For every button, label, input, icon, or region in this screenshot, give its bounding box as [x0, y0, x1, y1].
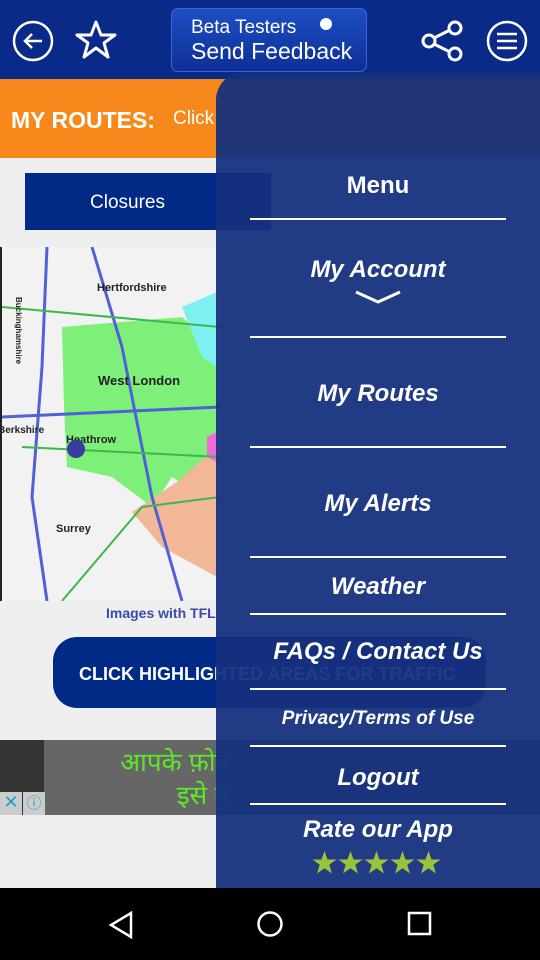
- divider: [250, 218, 506, 220]
- menu-item-faqs-contact[interactable]: FAQs / Contact Us: [250, 638, 506, 666]
- back-icon[interactable]: [12, 20, 54, 62]
- menu-item-logout[interactable]: Logout: [250, 764, 506, 792]
- airport-icon: [67, 440, 85, 458]
- menu-item-privacy-terms[interactable]: Privacy/Terms of Use: [250, 708, 506, 730]
- recents-nav-icon[interactable]: [407, 911, 433, 937]
- menu-item-my-alerts[interactable]: My Alerts: [250, 490, 506, 518]
- drawer-title: Menu: [346, 172, 410, 199]
- share-icon[interactable]: [420, 20, 464, 62]
- system-nav-bar: [0, 888, 540, 960]
- traffic-map[interactable]: Hertfordshire West London Heathrow Surre…: [0, 246, 221, 602]
- menu-icon[interactable]: [486, 20, 528, 62]
- map-credit: Images with TFL: [106, 605, 216, 621]
- star-icon[interactable]: [390, 850, 415, 875]
- divider: [250, 556, 506, 558]
- map-label-berkshire: Berkshire: [2, 425, 45, 436]
- divider: [250, 613, 506, 615]
- my-routes-title: MY ROUTES:: [11, 107, 155, 133]
- star-icon[interactable]: [312, 850, 337, 875]
- top-bar: Beta Testers Send Feedback: [0, 0, 540, 79]
- back-nav-icon[interactable]: [107, 910, 135, 940]
- map-label-buckinghamshire: Buckinghamshire: [14, 297, 23, 365]
- menu-item-my-account[interactable]: My Account: [250, 256, 506, 284]
- divider: [250, 688, 506, 690]
- star-icon[interactable]: [74, 18, 118, 62]
- divider: [250, 446, 506, 448]
- navigation-drawer: Menu My Account My Routes My Alerts Weat…: [216, 72, 540, 888]
- map-label-surrey: Surrey: [56, 523, 92, 535]
- rate-app-label[interactable]: Rate our App: [250, 816, 506, 844]
- map-label-west-london: West London: [98, 373, 180, 388]
- ad-info-icon[interactable]: ⓘ: [23, 792, 45, 815]
- home-nav-icon[interactable]: [256, 910, 284, 938]
- ad-line2: इसे मु: [176, 780, 230, 810]
- rating-stars[interactable]: [312, 850, 441, 875]
- menu-item-my-routes[interactable]: My Routes: [250, 380, 506, 408]
- ad-close-icon[interactable]: ✕: [0, 792, 22, 815]
- chevron-down-icon: [320, 18, 332, 30]
- map-label-hertfordshire: Hertfordshire: [97, 282, 167, 294]
- star-icon[interactable]: [416, 850, 441, 875]
- menu-item-weather[interactable]: Weather: [250, 573, 506, 601]
- ad-text: आपके फ़ोन इसे मु: [110, 746, 230, 812]
- chevron-down-icon[interactable]: [354, 290, 402, 304]
- feedback-line2: Send Feedback: [191, 38, 353, 64]
- star-icon[interactable]: [364, 850, 389, 875]
- send-feedback-button[interactable]: Beta Testers Send Feedback: [171, 8, 367, 72]
- my-routes-subtitle: Click: [173, 108, 215, 129]
- divider: [250, 745, 506, 747]
- ad-line1: आपके फ़ोन: [120, 747, 230, 777]
- feedback-line1: Beta Testers: [191, 17, 297, 38]
- divider: [250, 336, 506, 338]
- divider: [250, 803, 506, 805]
- star-icon[interactable]: [338, 850, 363, 875]
